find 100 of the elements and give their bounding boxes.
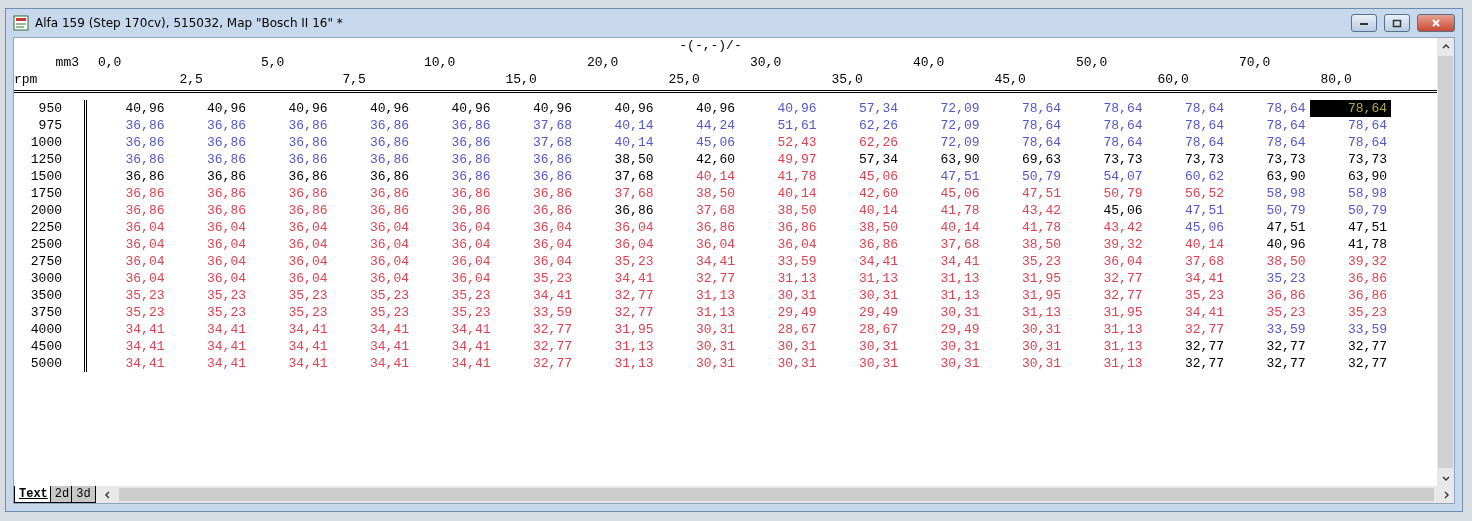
table-cell[interactable]: 39,32 <box>1309 253 1391 270</box>
table-cell[interactable]: 36,86 <box>87 151 169 168</box>
table-cell[interactable]: 35,23 <box>576 253 658 270</box>
table-cell[interactable]: 35,23 <box>250 304 332 321</box>
table-cell[interactable]: 36,86 <box>494 151 576 168</box>
table-cell[interactable]: 73,73 <box>1146 151 1228 168</box>
table-cell[interactable]: 36,04 <box>739 236 821 253</box>
table-cell[interactable]: 34,41 <box>657 253 739 270</box>
table-cell[interactable]: 34,41 <box>902 253 984 270</box>
table-cell[interactable]: 36,04 <box>87 270 169 287</box>
table-cell[interactable]: 40,14 <box>1146 236 1228 253</box>
table-cell[interactable]: 31,13 <box>739 270 821 287</box>
table-cell[interactable]: 37,68 <box>902 236 984 253</box>
table-cell[interactable]: 35,23 <box>413 304 495 321</box>
table-cell[interactable]: 62,26 <box>820 134 902 151</box>
table-cell[interactable]: 57,34 <box>820 151 902 168</box>
table-cell[interactable]: 36,86 <box>413 185 495 202</box>
table-cell[interactable]: 32,77 <box>1309 355 1391 372</box>
table-cell[interactable]: 35,23 <box>250 287 332 304</box>
table-cell[interactable]: 50,79 <box>1065 185 1147 202</box>
table-cell[interactable]: 33,59 <box>739 253 821 270</box>
table-cell[interactable]: 56,52 <box>1146 185 1228 202</box>
table-cell[interactable]: 40,96 <box>250 100 332 117</box>
table-cell[interactable]: 40,96 <box>168 100 250 117</box>
table-cell[interactable]: 35,23 <box>1228 304 1310 321</box>
table-cell[interactable]: 34,41 <box>494 287 576 304</box>
table-cell[interactable]: 38,50 <box>820 219 902 236</box>
table-cell[interactable]: 37,68 <box>494 134 576 151</box>
table-cell[interactable]: 36,86 <box>331 117 413 134</box>
table-cell[interactable]: 36,86 <box>413 168 495 185</box>
table-cell[interactable]: 45,06 <box>902 185 984 202</box>
table-cell[interactable]: 30,31 <box>739 338 821 355</box>
table-cell[interactable]: 36,04 <box>87 236 169 253</box>
table-cell[interactable]: 78,64 <box>1146 100 1228 117</box>
table-cell[interactable]: 45,06 <box>657 134 739 151</box>
table-cell[interactable]: 30,31 <box>820 338 902 355</box>
table-cell[interactable]: 36,04 <box>168 253 250 270</box>
table-cell[interactable]: 40,96 <box>494 100 576 117</box>
table-cell[interactable]: 32,77 <box>576 304 658 321</box>
table-cell[interactable]: 40,96 <box>1228 236 1310 253</box>
table-cell[interactable]: 47,51 <box>902 168 984 185</box>
table-cell[interactable]: 36,86 <box>413 151 495 168</box>
table-cell[interactable]: 72,09 <box>902 134 984 151</box>
table-cell[interactable]: 50,79 <box>1309 202 1391 219</box>
table-cell[interactable]: 45,06 <box>820 168 902 185</box>
table-cell[interactable]: 78,64 <box>1146 117 1228 134</box>
table-cell[interactable]: 78,64 <box>983 134 1065 151</box>
table-cell[interactable]: 36,86 <box>413 134 495 151</box>
table-cell[interactable]: 36,04 <box>168 270 250 287</box>
table-cell[interactable]: 36,04 <box>87 219 169 236</box>
table-cell[interactable]: 36,86 <box>413 117 495 134</box>
table-cell[interactable]: 31,13 <box>902 287 984 304</box>
vertical-scrollbar[interactable] <box>1437 38 1454 486</box>
table-cell[interactable]: 60,62 <box>1146 168 1228 185</box>
table-cell[interactable]: 36,86 <box>168 202 250 219</box>
table-cell[interactable]: 34,41 <box>250 338 332 355</box>
table-cell[interactable]: 36,86 <box>250 185 332 202</box>
table-cell[interactable]: 78,64 <box>1309 100 1391 117</box>
table-cell[interactable]: 34,41 <box>168 355 250 372</box>
view-tab[interactable]: Text <box>14 486 53 503</box>
table-cell[interactable]: 34,41 <box>87 321 169 338</box>
table-cell[interactable]: 31,13 <box>1065 338 1147 355</box>
table-cell[interactable]: 34,41 <box>1146 304 1228 321</box>
table-cell[interactable]: 32,77 <box>1228 338 1310 355</box>
table-cell[interactable]: 34,41 <box>576 270 658 287</box>
table-cell[interactable]: 43,42 <box>983 202 1065 219</box>
table-cell[interactable]: 30,31 <box>820 287 902 304</box>
table-cell[interactable]: 41,78 <box>739 168 821 185</box>
table-cell[interactable]: 38,50 <box>1228 253 1310 270</box>
table-cell[interactable]: 38,50 <box>657 185 739 202</box>
table-cell[interactable]: 35,23 <box>494 270 576 287</box>
table-cell[interactable]: 35,23 <box>1309 304 1391 321</box>
table-cell[interactable]: 52,43 <box>739 134 821 151</box>
table-cell[interactable]: 36,86 <box>1309 287 1391 304</box>
table-cell[interactable]: 42,60 <box>657 151 739 168</box>
table-cell[interactable]: 40,96 <box>739 100 821 117</box>
table-cell[interactable]: 34,41 <box>413 321 495 338</box>
table-cell[interactable]: 30,31 <box>657 321 739 338</box>
table-cell[interactable]: 40,96 <box>87 100 169 117</box>
table-cell[interactable]: 35,23 <box>1228 270 1310 287</box>
table-cell[interactable]: 36,04 <box>250 270 332 287</box>
table-cell[interactable]: 34,41 <box>168 321 250 338</box>
table-cell[interactable]: 36,86 <box>820 236 902 253</box>
table-cell[interactable]: 40,14 <box>576 117 658 134</box>
table-cell[interactable]: 36,04 <box>1065 253 1147 270</box>
table-cell[interactable]: 30,31 <box>902 338 984 355</box>
table-cell[interactable]: 36,04 <box>576 219 658 236</box>
table-cell[interactable]: 31,95 <box>983 270 1065 287</box>
table-cell[interactable]: 30,31 <box>983 338 1065 355</box>
table-cell[interactable]: 36,86 <box>576 202 658 219</box>
table-cell[interactable]: 36,86 <box>87 134 169 151</box>
table-cell[interactable]: 30,31 <box>983 355 1065 372</box>
table-cell[interactable]: 78,64 <box>1146 134 1228 151</box>
table-cell[interactable]: 40,14 <box>902 219 984 236</box>
table-cell[interactable]: 42,60 <box>820 185 902 202</box>
table-cell[interactable]: 35,23 <box>168 287 250 304</box>
table-cell[interactable]: 57,34 <box>820 100 902 117</box>
table-cell[interactable]: 37,68 <box>494 117 576 134</box>
table-cell[interactable]: 29,49 <box>820 304 902 321</box>
table-cell[interactable]: 36,04 <box>494 253 576 270</box>
